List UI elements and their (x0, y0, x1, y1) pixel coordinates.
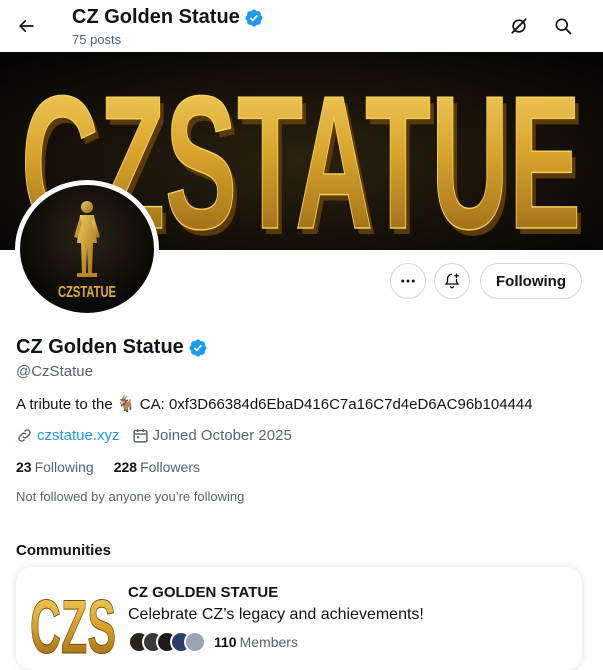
goat-emoji-icon: 🐐 (116, 396, 136, 413)
member-count-text: 110 Members (214, 634, 298, 650)
calendar-icon (132, 429, 148, 443)
profile-header: CZ Golden Statue 75 posts (0, 0, 603, 52)
joined-date: Joined October 2025 (152, 427, 292, 444)
notifications-bell-button[interactable] (434, 263, 470, 299)
link-icon (18, 429, 31, 442)
community-members: 110 Members (128, 631, 298, 653)
header-title: CZ Golden Statue (72, 6, 240, 28)
following-stat[interactable]: 23 Following (16, 459, 94, 475)
member-label: Members (239, 634, 298, 650)
joined-item: Joined October 2025 (132, 427, 292, 444)
community-card[interactable]: CZS CZ GOLDEN STATUE Celebrate CZ’s lega… (16, 567, 582, 670)
bio-contract: CA: 0xf3D66384d6EbaD416C7a16C7d4eD6AC96b… (139, 396, 533, 413)
arrow-left-icon (18, 19, 34, 33)
grok-icon (511, 18, 527, 34)
avatar[interactable]: CZSTATUE (15, 180, 159, 318)
grok-button[interactable] (503, 10, 535, 42)
more-dots-icon (401, 279, 415, 283)
follow-stats: 23 Following 228 Followers (16, 459, 200, 475)
profile-name: CZ Golden Statue (16, 336, 184, 358)
profile-handle: @CzStatue (16, 363, 93, 380)
back-button[interactable] (10, 10, 42, 42)
member-avatars (128, 631, 206, 653)
bio-prefix: A tribute to the (16, 396, 113, 413)
verified-badge-icon[interactable] (188, 338, 208, 358)
bell-plus-icon (444, 273, 460, 289)
not-followed-notice: Not followed by anyone you’re following (16, 489, 245, 504)
more-options-button[interactable] (390, 263, 426, 299)
community-logo-text: CZS (30, 585, 116, 663)
profile-bio: A tribute to the 🐐 CA: 0xf3D66384d6EbaD4… (16, 395, 533, 413)
profile-name-row: CZ Golden Statue (16, 336, 208, 359)
verified-badge-icon (245, 8, 263, 27)
following-label: Following (34, 459, 94, 475)
community-logo: CZS (28, 577, 118, 663)
communities-heading: Communities (16, 542, 112, 559)
followers-count: 228 (113, 459, 138, 475)
search-icon (555, 18, 572, 35)
website-link[interactable]: czstatue.xyz (37, 427, 120, 444)
community-description: Celebrate CZ’s legacy and achievements! (128, 606, 424, 623)
profile-meta: czstatue.xyz Joined October 2025 (16, 427, 304, 444)
post-count: 75 posts (72, 32, 122, 47)
following-button[interactable]: Following (480, 263, 582, 299)
website-item[interactable]: czstatue.xyz (16, 427, 120, 444)
avatar-label: CZSTATUE (58, 284, 116, 301)
followers-stat[interactable]: 228 Followers (114, 459, 200, 475)
search-button[interactable] (547, 10, 579, 42)
member-avatar (184, 631, 206, 653)
member-count: 110 (214, 634, 237, 650)
following-count: 23 (16, 459, 32, 475)
followers-label: Followers (140, 459, 200, 475)
avatar-image: CZSTATUE (20, 185, 154, 313)
community-name: CZ GOLDEN STATUE (128, 584, 279, 601)
header-title-block: CZ Golden Statue 75 posts (72, 6, 264, 47)
